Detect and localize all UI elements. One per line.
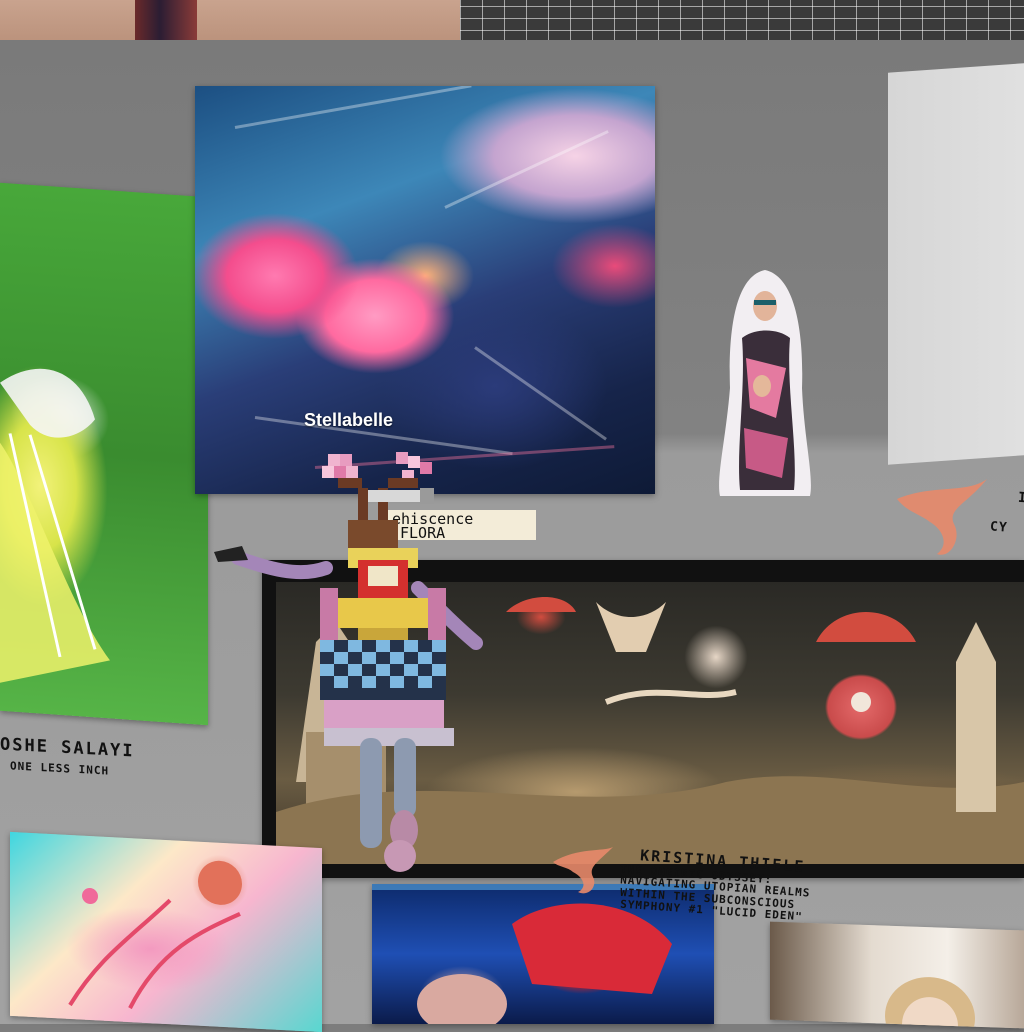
visitor-avatar-hooded[interactable] [716,268,814,500]
artist-logo-flourish-right [897,479,987,555]
right-caption-initial: I [1017,489,1024,507]
artwork-green-abstract[interactable] [0,182,208,726]
avatar-nameplate[interactable]: Stellabelle [304,410,393,431]
right-caption-fragment: CY [989,519,1009,536]
side-wall-white-panel [888,63,1024,465]
artwork-dehiscence-flora[interactable] [195,86,655,494]
artist-logo-flourish [553,847,613,894]
artwork-blonde-portrait[interactable] [770,921,1024,1029]
player-avatar-pixel[interactable] [208,448,488,878]
